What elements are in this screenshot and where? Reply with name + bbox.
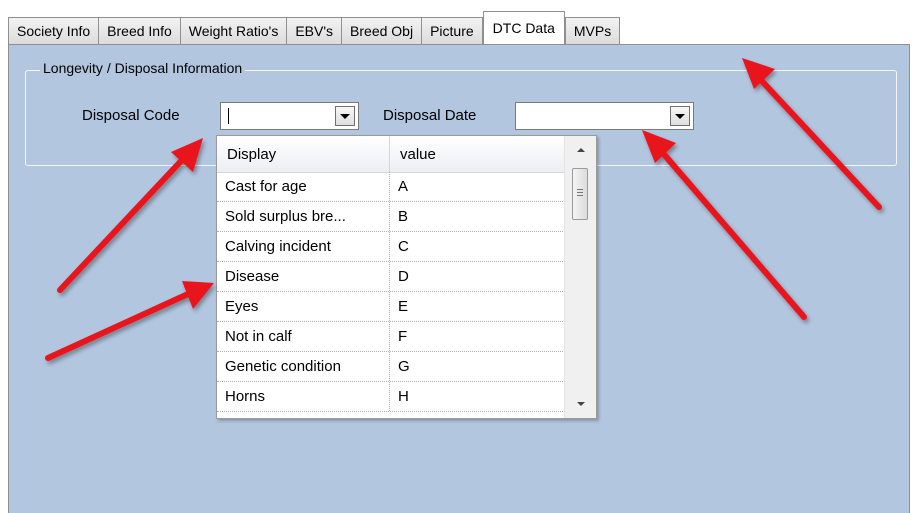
scrollbar-thumb[interactable] bbox=[572, 168, 588, 220]
vertical-scrollbar[interactable] bbox=[564, 136, 596, 418]
tab-breed-obj[interactable]: Breed Obj bbox=[341, 17, 423, 44]
grid-row[interactable]: Genetic condition G bbox=[217, 352, 565, 382]
tab-label: DTC Data bbox=[492, 20, 555, 36]
tab-picture[interactable]: Picture bbox=[421, 17, 483, 44]
tab-label: EBV's bbox=[295, 23, 334, 39]
tab-label: MVPs bbox=[573, 23, 612, 39]
dropdown-arrow-icon[interactable] bbox=[335, 106, 355, 126]
display-cell: Cast for age bbox=[217, 172, 390, 201]
scroll-down-icon[interactable] bbox=[565, 394, 596, 414]
tab-dtc-data[interactable]: DTC Data bbox=[482, 11, 565, 44]
disposal-code-label: Disposal Code bbox=[82, 107, 180, 124]
value-cell: C bbox=[398, 238, 409, 255]
tab-label: Picture bbox=[430, 23, 474, 39]
display-cell: Disease bbox=[217, 262, 390, 291]
grid-row[interactable]: Eyes E bbox=[217, 292, 565, 322]
grid-header: Display value bbox=[217, 136, 565, 173]
tab-mvps[interactable]: MVPs bbox=[564, 17, 621, 44]
grid-row[interactable]: Calving incident C bbox=[217, 232, 565, 262]
grid-rows: Cast for age A Sold surplus bre... B Calvi… bbox=[217, 172, 565, 412]
tab-label: Society Info bbox=[17, 23, 91, 39]
tab-weight-ratios[interactable]: Weight Ratio's bbox=[179, 17, 288, 44]
disposal-date-label: Disposal Date bbox=[383, 107, 477, 124]
value-cell: E bbox=[398, 298, 409, 315]
tab-label: Weight Ratio's bbox=[188, 23, 279, 39]
dropdown-arrow-icon[interactable] bbox=[670, 106, 690, 126]
column-header-value[interactable]: value bbox=[390, 136, 565, 172]
grid-row[interactable]: Horns H bbox=[217, 382, 565, 412]
grid-row[interactable]: Not in calf F bbox=[217, 322, 565, 352]
column-header-display[interactable]: Display bbox=[217, 136, 390, 172]
display-cell: Calving incident bbox=[217, 232, 390, 261]
display-cell: Not in calf bbox=[217, 322, 390, 351]
display-cell: Eyes bbox=[217, 292, 390, 321]
scroll-up-icon[interactable] bbox=[565, 140, 596, 160]
value-cell: G bbox=[398, 358, 410, 375]
tab-label: Breed Obj bbox=[350, 23, 414, 39]
disposal-code-dropdown-grid[interactable]: Display value Cast for age A Sold surplus… bbox=[216, 135, 597, 419]
value-cell: F bbox=[398, 328, 408, 345]
value-cell: H bbox=[398, 388, 409, 405]
tab-label: Breed Info bbox=[107, 23, 172, 39]
grid-row[interactable]: Cast for age A bbox=[217, 172, 565, 202]
value-cell: D bbox=[398, 268, 409, 285]
tab-ebvs[interactable]: EBV's bbox=[286, 17, 343, 44]
text-caret bbox=[228, 108, 229, 124]
disposal-code-combo[interactable] bbox=[220, 102, 359, 130]
value-cell: A bbox=[398, 178, 409, 195]
tab-society-info[interactable]: Society Info bbox=[8, 17, 100, 44]
disposal-date-picker[interactable] bbox=[515, 102, 694, 130]
display-cell: Horns bbox=[217, 382, 390, 411]
grid-row[interactable]: Disease D bbox=[217, 262, 565, 292]
tab-strip: Society Info Breed Info Weight Ratio's E… bbox=[0, 0, 919, 46]
groupbox-title: Longevity / Disposal Information bbox=[40, 60, 246, 76]
tab-breed-info[interactable]: Breed Info bbox=[98, 17, 181, 44]
display-cell: Genetic condition bbox=[217, 352, 390, 381]
grid-row[interactable]: Sold surplus bre... B bbox=[217, 202, 565, 232]
display-cell: Sold surplus bre... bbox=[217, 202, 390, 231]
value-cell: B bbox=[398, 208, 409, 225]
